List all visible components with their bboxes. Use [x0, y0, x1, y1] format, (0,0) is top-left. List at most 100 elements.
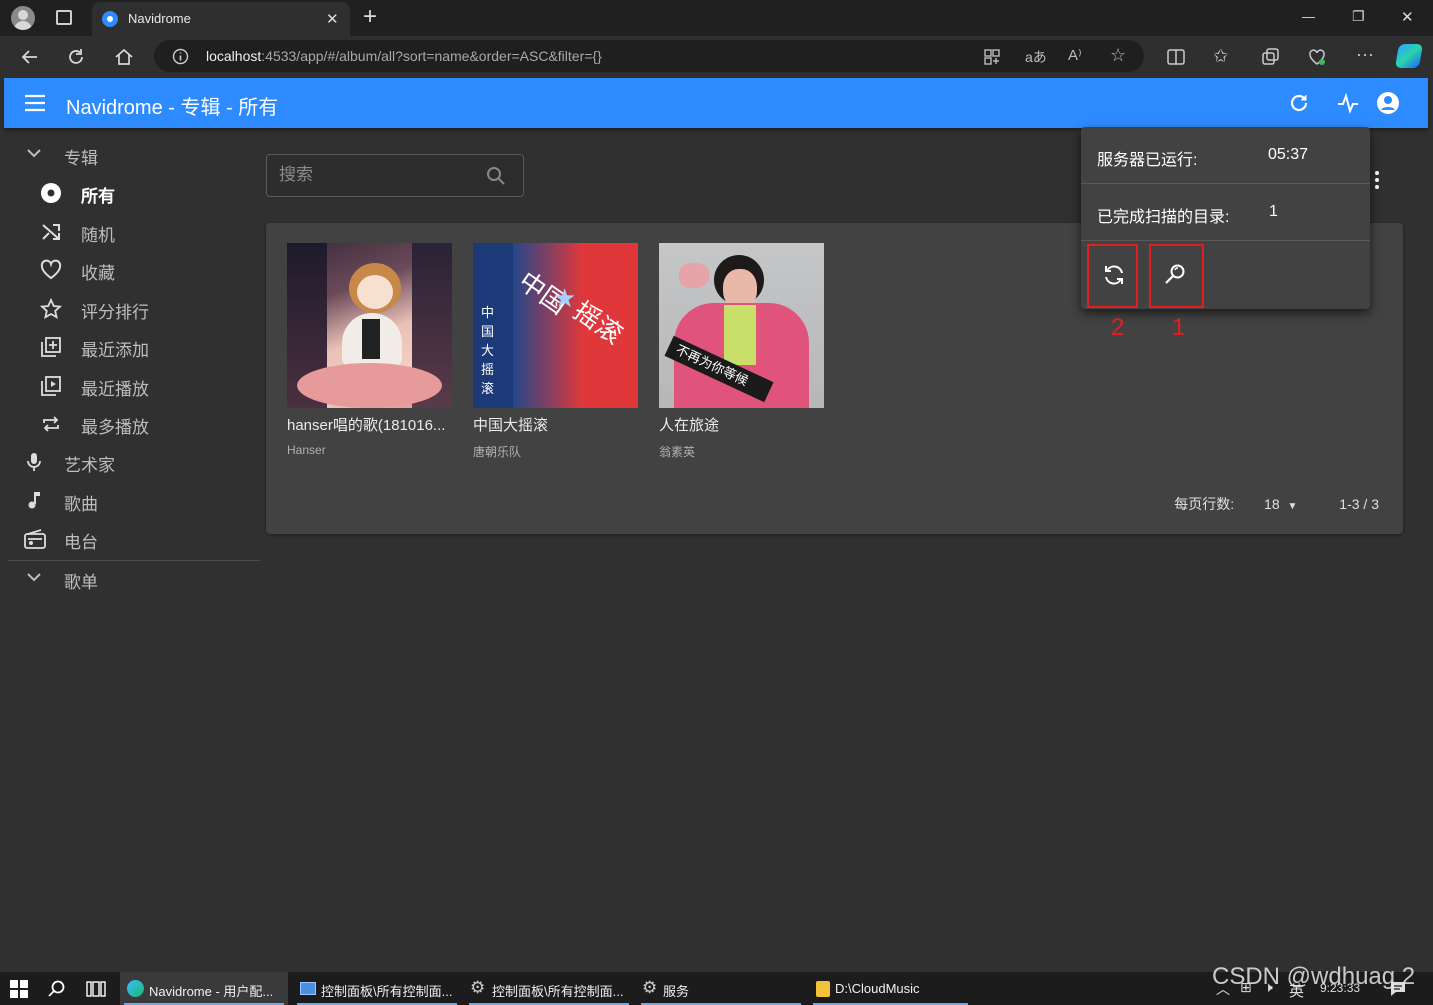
refresh-icon[interactable]: [66, 47, 86, 67]
album-cover-image[interactable]: [287, 243, 452, 408]
profile-avatar-icon[interactable]: [11, 6, 35, 30]
sidebar-item-label: 评分排行: [81, 303, 149, 322]
taskbar-search-icon[interactable]: [48, 980, 66, 998]
annotation-box-rescan: [1087, 244, 1138, 308]
album-title[interactable]: 人在旅途: [659, 414, 824, 435]
album-cover-image[interactable]: 不再为你等候: [659, 243, 824, 408]
taskbar-item-services[interactable]: ⚙ 服务: [637, 972, 805, 1005]
rows-per-page-value: 18: [1264, 496, 1280, 512]
album-card[interactable]: hanser唱的歌(181016... Hanser: [287, 243, 452, 457]
close-window-button[interactable]: ✕: [1401, 8, 1414, 26]
read-aloud-icon[interactable]: A⁾: [1068, 46, 1082, 64]
settings-gear-icon: ⚙: [470, 978, 486, 997]
tab-actions-icon[interactable]: [56, 10, 72, 25]
site-info-icon[interactable]: [172, 48, 189, 65]
chevron-down-icon: [27, 573, 41, 582]
restore-button[interactable]: ❐: [1352, 8, 1365, 25]
caret-down-icon: ▼: [1287, 501, 1298, 512]
search-input[interactable]: [279, 165, 479, 185]
sidebar-item-recently-played[interactable]: 最近播放: [0, 367, 260, 405]
home-icon[interactable]: [113, 46, 135, 68]
taskbar-item-label: 服务: [663, 984, 690, 999]
translate-icon[interactable]: aあ: [1025, 47, 1047, 67]
video-library-icon: [41, 376, 61, 396]
album-artist[interactable]: Hanser: [287, 443, 452, 457]
annotation-box-quick-scan: [1149, 244, 1204, 308]
sidebar-item-songs[interactable]: 歌曲: [0, 482, 260, 520]
favorites-icon[interactable]: ✩: [1213, 46, 1228, 67]
refresh-icon[interactable]: [1287, 91, 1311, 115]
copilot-icon[interactable]: [1394, 44, 1424, 68]
url-text[interactable]: localhost:4533/app/#/album/all?sort=name…: [206, 48, 602, 64]
menu-icon[interactable]: [24, 93, 46, 113]
album-artist[interactable]: 翁素英: [659, 443, 824, 460]
rows-per-page-label: 每页行数:: [1174, 496, 1235, 512]
services-gear-icon: ⚙: [642, 978, 658, 997]
sidebar-item-top-rated[interactable]: 评分排行: [0, 290, 260, 328]
sidebar-item-random[interactable]: 随机: [0, 213, 260, 251]
edge-icon: [127, 980, 144, 997]
microphone-icon: [27, 453, 41, 471]
album-cover-image[interactable]: 中国大摇滚 中国 摇滚 ★: [473, 243, 638, 408]
sidebar-item-label: 最近添加: [81, 341, 149, 360]
sidebar-item-artists[interactable]: 艺术家: [0, 443, 260, 481]
repeat-icon: [43, 416, 59, 432]
album-artist[interactable]: 唐朝乐队: [473, 443, 638, 460]
activity-pulse-icon[interactable]: [1336, 91, 1360, 115]
sidebar-item-all[interactable]: 所有: [0, 174, 260, 212]
library-add-icon: [41, 337, 61, 357]
close-tab-icon[interactable]: ✕: [326, 10, 339, 28]
album-card[interactable]: 不再为你等候 人在旅途 翁素英: [659, 243, 824, 460]
task-view-icon[interactable]: [86, 980, 106, 998]
pagination: 每页行数: 18 ▼ 1-3 / 3: [1174, 494, 1379, 514]
minimize-button[interactable]: —: [1302, 9, 1315, 24]
uptime-value: 05:37: [1268, 146, 1309, 163]
album-title[interactable]: 中国大摇滚: [473, 414, 638, 435]
more-actions-icon[interactable]: [1372, 170, 1382, 190]
sidebar-item-label: 电台: [64, 533, 98, 552]
taskbar-item-control-panel-2[interactable]: ⚙ 控制面板\所有控制面...: [465, 972, 633, 1005]
album-title[interactable]: hanser唱的歌(181016...: [287, 414, 452, 435]
sidebar-item-label: 随机: [81, 226, 115, 245]
navidrome-favicon-icon: [102, 11, 118, 27]
sidebar-item-most-played[interactable]: 最多播放: [0, 405, 260, 443]
sidebar-item-label: 最近播放: [81, 380, 149, 399]
sidebar-item-recently-added[interactable]: 最近添加: [0, 328, 260, 366]
windows-start-icon[interactable]: [10, 980, 28, 998]
album-icon: [41, 183, 61, 203]
address-bar[interactable]: localhost:4533/app/#/album/all?sort=name…: [154, 40, 1144, 72]
heart-icon: [40, 259, 62, 280]
taskbar-item-explorer[interactable]: D:\CloudMusic: [809, 972, 972, 1005]
sidebar-item-label: 最多播放: [81, 418, 149, 437]
sidebar-section-playlists[interactable]: 歌单: [0, 560, 260, 598]
app-available-icon[interactable]: [983, 48, 1001, 66]
back-icon[interactable]: [20, 47, 40, 67]
scanned-folders-value: 1: [1269, 203, 1278, 220]
music-note-icon: [28, 492, 40, 509]
search-field[interactable]: [266, 154, 524, 197]
rows-per-page-select[interactable]: 18 ▼: [1264, 496, 1297, 512]
album-card[interactable]: 中国大摇滚 中国 摇滚 ★ 中国大摇滚 唐朝乐队: [473, 243, 638, 460]
star-icon: [40, 298, 62, 319]
url-host: localhost: [206, 48, 262, 64]
app-bar: Navidrome - 专辑 - 所有: [4, 78, 1428, 128]
browser-essentials-icon[interactable]: [1307, 47, 1327, 67]
browser-tab[interactable]: Navidrome ✕: [92, 2, 350, 36]
more-options-icon[interactable]: ···: [1356, 44, 1374, 65]
sidebar-section-albums[interactable]: 专辑: [0, 136, 260, 174]
radio-icon: [24, 529, 46, 549]
favorite-star-icon[interactable]: ☆: [1110, 45, 1126, 66]
taskbar-item-edge[interactable]: Navidrome - 用户配...: [120, 972, 288, 1005]
page-title: Navidrome - 专辑 - 所有: [66, 97, 279, 119]
control-panel-icon: [300, 982, 316, 995]
new-tab-button[interactable]: +: [363, 3, 377, 31]
sidebar-item-favorites[interactable]: 收藏: [0, 251, 260, 289]
browser-toolbar: localhost:4533/app/#/album/all?sort=name…: [0, 36, 1433, 78]
taskbar-item-control-panel-1[interactable]: 控制面板\所有控制面...: [293, 972, 461, 1005]
taskbar-item-label: D:\CloudMusic: [835, 981, 920, 996]
sidebar-item-radio[interactable]: 电台: [0, 520, 260, 558]
account-icon[interactable]: [1375, 90, 1401, 116]
collections-icon[interactable]: [1260, 47, 1280, 67]
split-screen-icon[interactable]: [1166, 47, 1186, 67]
taskbar-item-label: 控制面板\所有控制面...: [492, 984, 624, 999]
